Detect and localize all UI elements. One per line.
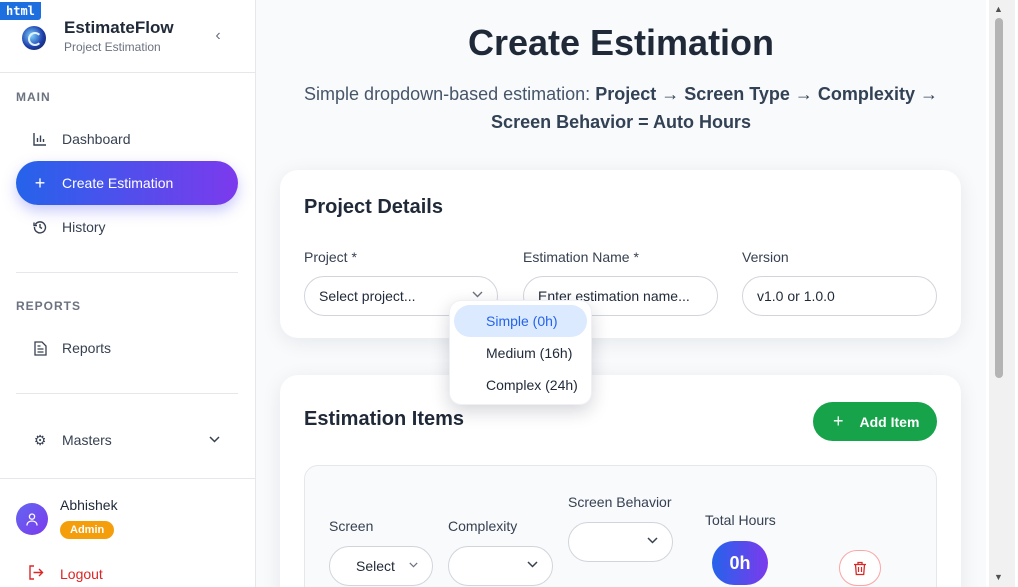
sidebar-item-label: Create Estimation [62,175,174,191]
sidebar-item-reports[interactable]: Reports [16,326,238,370]
scroll-down-arrow-icon[interactable]: ▼ [994,572,1003,582]
version-input[interactable]: v1.0 or 1.0.0 [742,276,937,316]
sidebar-item-label: Dashboard [62,131,131,147]
sidebar-divider [16,272,238,273]
delete-item-button[interactable] [839,550,881,586]
user-name: Abhishek [60,497,118,513]
screen-behavior-label: Screen Behavior [568,494,672,510]
bar-chart-icon [32,131,48,147]
sidebar: EstimateFlow Project Estimation ‹ MAIN D… [0,0,256,587]
sidebar-item-dashboard[interactable]: Dashboard [16,117,238,161]
add-item-label: Add Item [859,413,920,430]
sidebar-divider [16,393,238,394]
logout-label: Logout [60,566,103,582]
scroll-up-arrow-icon[interactable]: ▲ [994,4,1003,14]
project-details-title: Project Details [304,196,443,218]
screen-behavior-select[interactable] [568,522,673,562]
sidebar-item-create-estimation[interactable]: + Create Estimation [16,161,238,205]
scrollbar-thumb[interactable] [995,18,1003,378]
trash-icon [854,561,866,575]
project-select-value: Select project... [319,288,416,304]
page-scrollbar[interactable]: ▲ ▼ [986,0,1018,587]
brand-title: EstimateFlow [64,18,174,37]
complexity-select[interactable] [448,546,553,586]
sidebar-item-label: Reports [62,340,112,356]
total-hours-label: Total Hours [705,512,776,528]
dropdown-option-medium[interactable]: Medium (16h) [454,337,587,369]
page-title: Create Estimation [467,22,775,63]
chevron-left-icon[interactable]: ‹ [208,26,228,46]
dropdown-option-simple[interactable]: Simple (0h) [454,305,587,337]
sidebar-item-masters[interactable]: ⚙ Masters [16,418,238,462]
swirl-logo-icon [22,26,46,50]
chevron-down-icon [527,559,538,571]
section-label-reports: REPORTS [16,299,82,313]
document-icon [32,340,48,356]
plus-icon: + [833,411,844,431]
screen-select[interactable]: Select [329,546,433,586]
html-tag-badge: html [0,2,41,20]
version-placeholder: v1.0 or 1.0.0 [757,288,835,304]
role-badge: Admin [60,521,115,539]
sidebar-divider [0,478,256,479]
project-details-card: Project Details Project * Select project… [280,170,961,338]
page-subtitle: Simple dropdown-based estimation: Projec… [296,80,946,136]
section-label-main: MAIN [16,90,51,104]
chevron-down-icon [647,535,658,547]
chevron-down-icon[interactable] [209,432,220,446]
history-icon [32,219,48,235]
subtitle-prefix: Simple dropdown-based estimation: [304,84,596,104]
logout-button[interactable]: Logout [28,565,103,583]
plus-icon: + [34,172,46,193]
estimation-items-title: Estimation Items [304,408,465,430]
add-item-button[interactable]: + Add Item [813,402,937,441]
brand[interactable]: EstimateFlow Project Estimation [20,16,240,56]
sidebar-divider [0,72,256,73]
sidebar-item-history[interactable]: History [16,205,238,249]
complexity-dropdown-menu: Simple (0h) Medium (16h) Complex (24h) [449,300,592,405]
sidebar-item-label: Masters [62,432,112,448]
total-hours-value: 0h [712,541,768,585]
brand-subtitle: Project Estimation [64,40,161,54]
dropdown-option-complex[interactable]: Complex (24h) [454,369,587,401]
version-label: Version [742,249,789,265]
logout-icon [28,565,44,583]
screen-label: Screen [329,518,374,534]
avatar[interactable] [16,503,48,535]
screen-select-value: Select [356,558,395,574]
gear-icon: ⚙ [33,431,47,448]
sidebar-item-label: History [62,219,106,235]
project-label: Project * [304,249,357,265]
chevron-down-icon [409,559,418,571]
complexity-label: Complexity [448,518,518,534]
main-content: Create Estimation Simple dropdown-based … [256,0,986,587]
user-icon [26,512,38,526]
estimation-name-label: Estimation Name * [523,249,639,265]
